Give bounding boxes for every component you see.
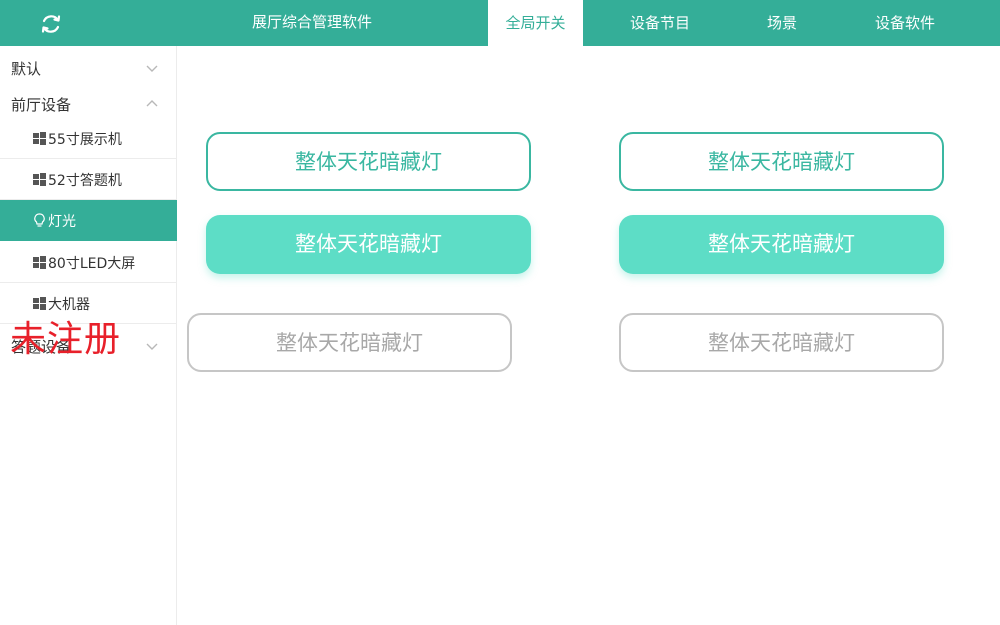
chevron-up-icon	[146, 100, 158, 107]
sidebar-group-label: 默认	[11, 60, 42, 78]
windows-icon	[33, 256, 46, 269]
tab-global-switch[interactable]: 全局开关	[488, 0, 583, 46]
sidebar-item-80-led[interactable]: 80寸LED大屏	[0, 242, 177, 283]
unregistered-watermark: 未注册	[10, 319, 122, 360]
windows-icon	[33, 297, 46, 310]
ceiling-light-toggle[interactable]: 整体天花暗藏灯	[619, 313, 944, 372]
sidebar-item-label: 灯光	[48, 214, 76, 230]
lightbulb-icon	[34, 213, 45, 227]
chevron-down-icon	[146, 343, 158, 350]
sidebar-item-label: 52寸答题机	[48, 173, 122, 189]
sidebar-item-55-display[interactable]: 55寸展示机	[0, 118, 177, 159]
sidebar-item-label: 80寸LED大屏	[48, 256, 136, 272]
windows-icon	[33, 173, 46, 186]
ceiling-light-toggle[interactable]: 整体天花暗藏灯	[619, 132, 944, 191]
app-title: 展厅综合管理软件	[251, 13, 372, 31]
top-bar: 展厅综合管理软件 全局开关 设备节目 场景 设备软件	[0, 0, 1000, 46]
tab-scenes[interactable]: 场景	[740, 0, 824, 46]
ceiling-light-toggle[interactable]: 整体天花暗藏灯	[206, 132, 531, 191]
ceiling-light-toggle[interactable]: 整体天花暗藏灯	[187, 313, 512, 372]
sidebar-item-lighting[interactable]: 灯光	[0, 200, 177, 241]
tab-device-software[interactable]: 设备软件	[860, 0, 950, 46]
chevron-down-icon	[146, 65, 158, 72]
ceiling-light-toggle[interactable]: 整体天花暗藏灯	[619, 215, 944, 274]
sidebar-item-52-quiz[interactable]: 52寸答题机	[0, 159, 177, 200]
refresh-icon[interactable]	[38, 11, 64, 37]
windows-icon	[33, 132, 46, 145]
sidebar-group-default[interactable]: 默认	[0, 48, 177, 88]
sidebar-item-label: 55寸展示机	[48, 132, 122, 148]
tab-device-programs[interactable]: 设备节目	[610, 0, 710, 46]
ceiling-light-toggle[interactable]: 整体天花暗藏灯	[206, 215, 531, 274]
sidebar-group-label: 前厅设备	[11, 96, 72, 114]
